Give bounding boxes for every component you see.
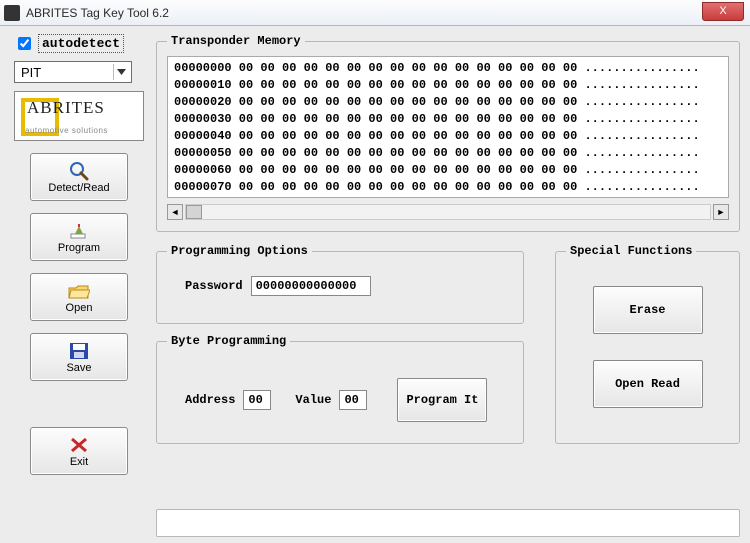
special-functions-group: Special Functions Erase Open Read bbox=[555, 244, 740, 444]
close-icon: X bbox=[719, 5, 726, 17]
brand-logo: ABRITES automotive solutions bbox=[14, 91, 144, 141]
btn-label: Program bbox=[58, 242, 100, 254]
program-it-button[interactable]: Program It bbox=[397, 378, 487, 422]
horizontal-scrollbar[interactable]: ◄ ► bbox=[167, 204, 729, 220]
close-button[interactable]: X bbox=[702, 2, 744, 21]
group-legend: Special Functions bbox=[566, 244, 696, 258]
transponder-memory-group: Transponder Memory 00000000 00 00 00 00 … bbox=[156, 34, 740, 232]
byte-programming-group: Byte Programming Address Value Program I… bbox=[156, 334, 524, 444]
btn-label: Save bbox=[66, 362, 91, 374]
program-button[interactable]: Program bbox=[30, 213, 128, 261]
programming-options-group: Programming Options Password bbox=[156, 244, 524, 324]
right-area: Transponder Memory 00000000 00 00 00 00 … bbox=[156, 34, 740, 537]
btn-label: Open Read bbox=[615, 377, 680, 391]
btn-label: Open bbox=[66, 302, 93, 314]
close-x-icon bbox=[68, 435, 90, 455]
autodetect-row: autodetect bbox=[14, 34, 144, 53]
floppy-disk-icon bbox=[68, 341, 90, 361]
scroll-track[interactable] bbox=[185, 204, 711, 220]
magnifier-icon bbox=[68, 161, 90, 181]
autodetect-checkbox[interactable] bbox=[18, 37, 31, 50]
open-button[interactable]: Open bbox=[30, 273, 128, 321]
btn-label: Erase bbox=[629, 303, 665, 317]
transponder-type-select[interactable]: PIT bbox=[14, 61, 132, 83]
group-legend: Transponder Memory bbox=[167, 34, 305, 48]
address-label: Address bbox=[185, 393, 235, 407]
group-legend: Byte Programming bbox=[167, 334, 290, 348]
value-label: Value bbox=[295, 393, 331, 407]
exit-button[interactable]: Exit bbox=[30, 427, 128, 475]
address-input[interactable] bbox=[243, 390, 271, 410]
password-label: Password bbox=[185, 279, 243, 293]
btn-label: Detect/Read bbox=[48, 182, 109, 194]
group-legend: Programming Options bbox=[167, 244, 312, 258]
select-value: PIT bbox=[21, 65, 41, 80]
scroll-left-icon[interactable]: ◄ bbox=[167, 204, 183, 220]
window-title: ABRITES Tag Key Tool 6.2 bbox=[26, 6, 169, 20]
app-icon bbox=[4, 5, 20, 21]
save-button[interactable]: Save bbox=[30, 333, 128, 381]
chevron-down-icon bbox=[113, 64, 129, 80]
password-input[interactable] bbox=[251, 276, 371, 296]
titlebar: ABRITES Tag Key Tool 6.2 X bbox=[0, 0, 750, 26]
pencil-icon bbox=[68, 221, 90, 241]
btn-label: Exit bbox=[70, 456, 88, 468]
left-column: autodetect PIT ABRITES automotive soluti… bbox=[14, 34, 144, 487]
hex-dump-view[interactable]: 00000000 00 00 00 00 00 00 00 00 00 00 0… bbox=[167, 56, 729, 198]
logo-subtext: automotive solutions bbox=[25, 126, 108, 135]
detect-read-button[interactable]: Detect/Read bbox=[30, 153, 128, 201]
client-area: autodetect PIT ABRITES automotive soluti… bbox=[0, 26, 750, 543]
status-bar bbox=[156, 509, 740, 537]
open-read-button[interactable]: Open Read bbox=[593, 360, 703, 408]
value-input[interactable] bbox=[339, 390, 367, 410]
scroll-thumb[interactable] bbox=[186, 205, 202, 219]
btn-label: Program It bbox=[406, 393, 478, 407]
autodetect-label: autodetect bbox=[38, 34, 124, 53]
scroll-right-icon[interactable]: ► bbox=[713, 204, 729, 220]
folder-open-icon bbox=[68, 281, 90, 301]
erase-button[interactable]: Erase bbox=[593, 286, 703, 334]
logo-text: ABRITES bbox=[27, 98, 105, 118]
